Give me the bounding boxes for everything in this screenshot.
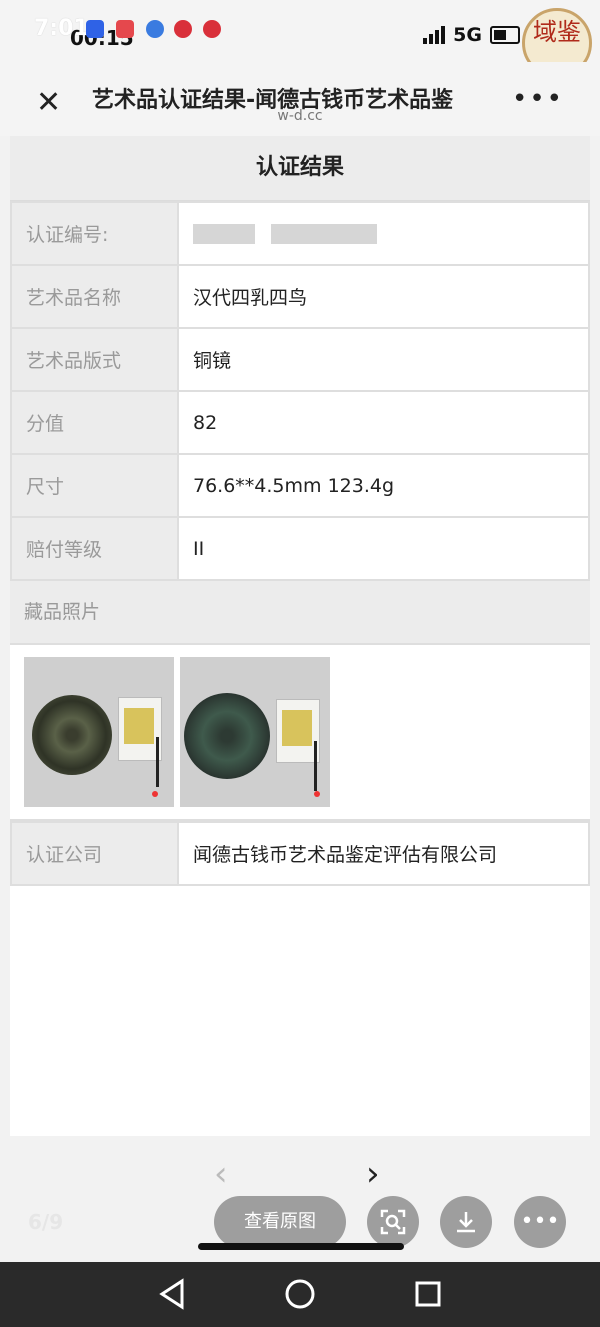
table-row: 尺寸 76.6**4.5mm 123.4g — [10, 453, 590, 518]
company-value: 闻德古钱币艺术品鉴定评估有限公司 — [177, 821, 590, 886]
navigation-bar — [0, 1262, 600, 1327]
network-type: 5G — [453, 24, 482, 46]
mirror-back-photo[interactable] — [180, 657, 330, 807]
photo-gallery — [10, 645, 590, 821]
prev-arrow-icon[interactable]: ‹ — [214, 1154, 228, 1194]
tag-cable — [314, 741, 317, 791]
result-table: 认证编号: 艺术品名称 汉代四乳四鸟 艺术品版式 铜镜 分值 82 尺寸 76. — [10, 201, 590, 581]
bronze-mirror-image — [184, 693, 270, 779]
photos-label: 藏品照片 — [10, 581, 590, 645]
redacted-block — [271, 224, 378, 244]
score-label: 分值 — [10, 390, 179, 455]
table-row: 认证编号: — [10, 201, 590, 266]
signal-icon — [423, 26, 446, 44]
artwork-name-label: 艺术品名称 — [10, 264, 179, 329]
shield-app-icon — [86, 20, 104, 38]
tag-led — [314, 791, 320, 797]
next-arrow-icon[interactable]: › — [366, 1154, 380, 1194]
image-counter: 6/9 — [28, 1210, 64, 1234]
certificate-card: 认证结果 认证编号: 艺术品名称 汉代四乳四鸟 艺术品版式 铜镜 分值 82 尺… — [10, 136, 590, 1136]
size-label: 尺寸 — [10, 453, 179, 518]
tag-led — [152, 791, 158, 797]
compensation-level-value: II — [177, 516, 590, 581]
tag-cable — [156, 737, 159, 787]
back-icon[interactable] — [158, 1278, 186, 1314]
cert-number-value — [177, 201, 590, 266]
artwork-name-value: 汉代四乳四鸟 — [177, 264, 590, 329]
recents-icon[interactable] — [414, 1278, 442, 1314]
paw-app-icon — [146, 20, 164, 38]
cert-number-label: 认证编号: — [10, 201, 179, 266]
bronze-mirror-image — [32, 695, 112, 775]
heart-app-icon-2 — [203, 20, 221, 38]
compensation-level-label: 赔付等级 — [10, 516, 179, 581]
more-options-icon[interactable]: ••• — [514, 1196, 566, 1248]
table-row: 分值 82 — [10, 390, 590, 455]
table-row: 认证公司 闻德古钱币艺术品鉴定评估有限公司 — [10, 821, 590, 886]
browser-header: ✕ 艺术品认证结果-闻德古钱币艺术品鉴 w-d.cc ••• — [0, 62, 600, 136]
scan-icon[interactable] — [367, 1196, 419, 1248]
table-row: 赔付等级 II — [10, 516, 590, 581]
company-table: 认证公司 闻德古钱币艺术品鉴定评估有限公司 — [10, 821, 590, 886]
battery-icon — [490, 26, 520, 44]
more-icon[interactable]: ••• — [512, 84, 564, 114]
redacted-block — [193, 224, 255, 244]
size-value: 76.6**4.5mm 123.4g — [177, 453, 590, 518]
status-bar: 00:15 7:01 5G 域鉴 — [0, 0, 600, 78]
system-icons: 5G — [423, 24, 520, 46]
result-title: 认证结果 — [10, 136, 590, 201]
mirror-front-photo[interactable] — [24, 657, 174, 807]
company-label: 认证公司 — [10, 821, 179, 886]
page-domain: w-d.cc — [277, 108, 323, 124]
status-time-overlay: 7:01 — [34, 16, 89, 41]
artwork-type-label: 艺术品版式 — [10, 327, 179, 392]
heart-app-icon — [174, 20, 192, 38]
red-bag-app-icon — [116, 20, 134, 38]
gesture-bar[interactable] — [198, 1243, 404, 1250]
artwork-type-value: 铜镜 — [177, 327, 590, 392]
table-row: 艺术品版式 铜镜 — [10, 327, 590, 392]
home-icon[interactable] — [284, 1278, 316, 1314]
screen: 00:15 7:01 5G 域鉴 ✕ 艺术品认证结果-闻德古钱币艺术品鉴 w-d… — [0, 0, 600, 1262]
score-value: 82 — [177, 390, 590, 455]
view-original-button[interactable]: 查看原图 — [214, 1196, 346, 1248]
table-row: 艺术品名称 汉代四乳四鸟 — [10, 264, 590, 329]
download-icon[interactable] — [440, 1196, 492, 1248]
